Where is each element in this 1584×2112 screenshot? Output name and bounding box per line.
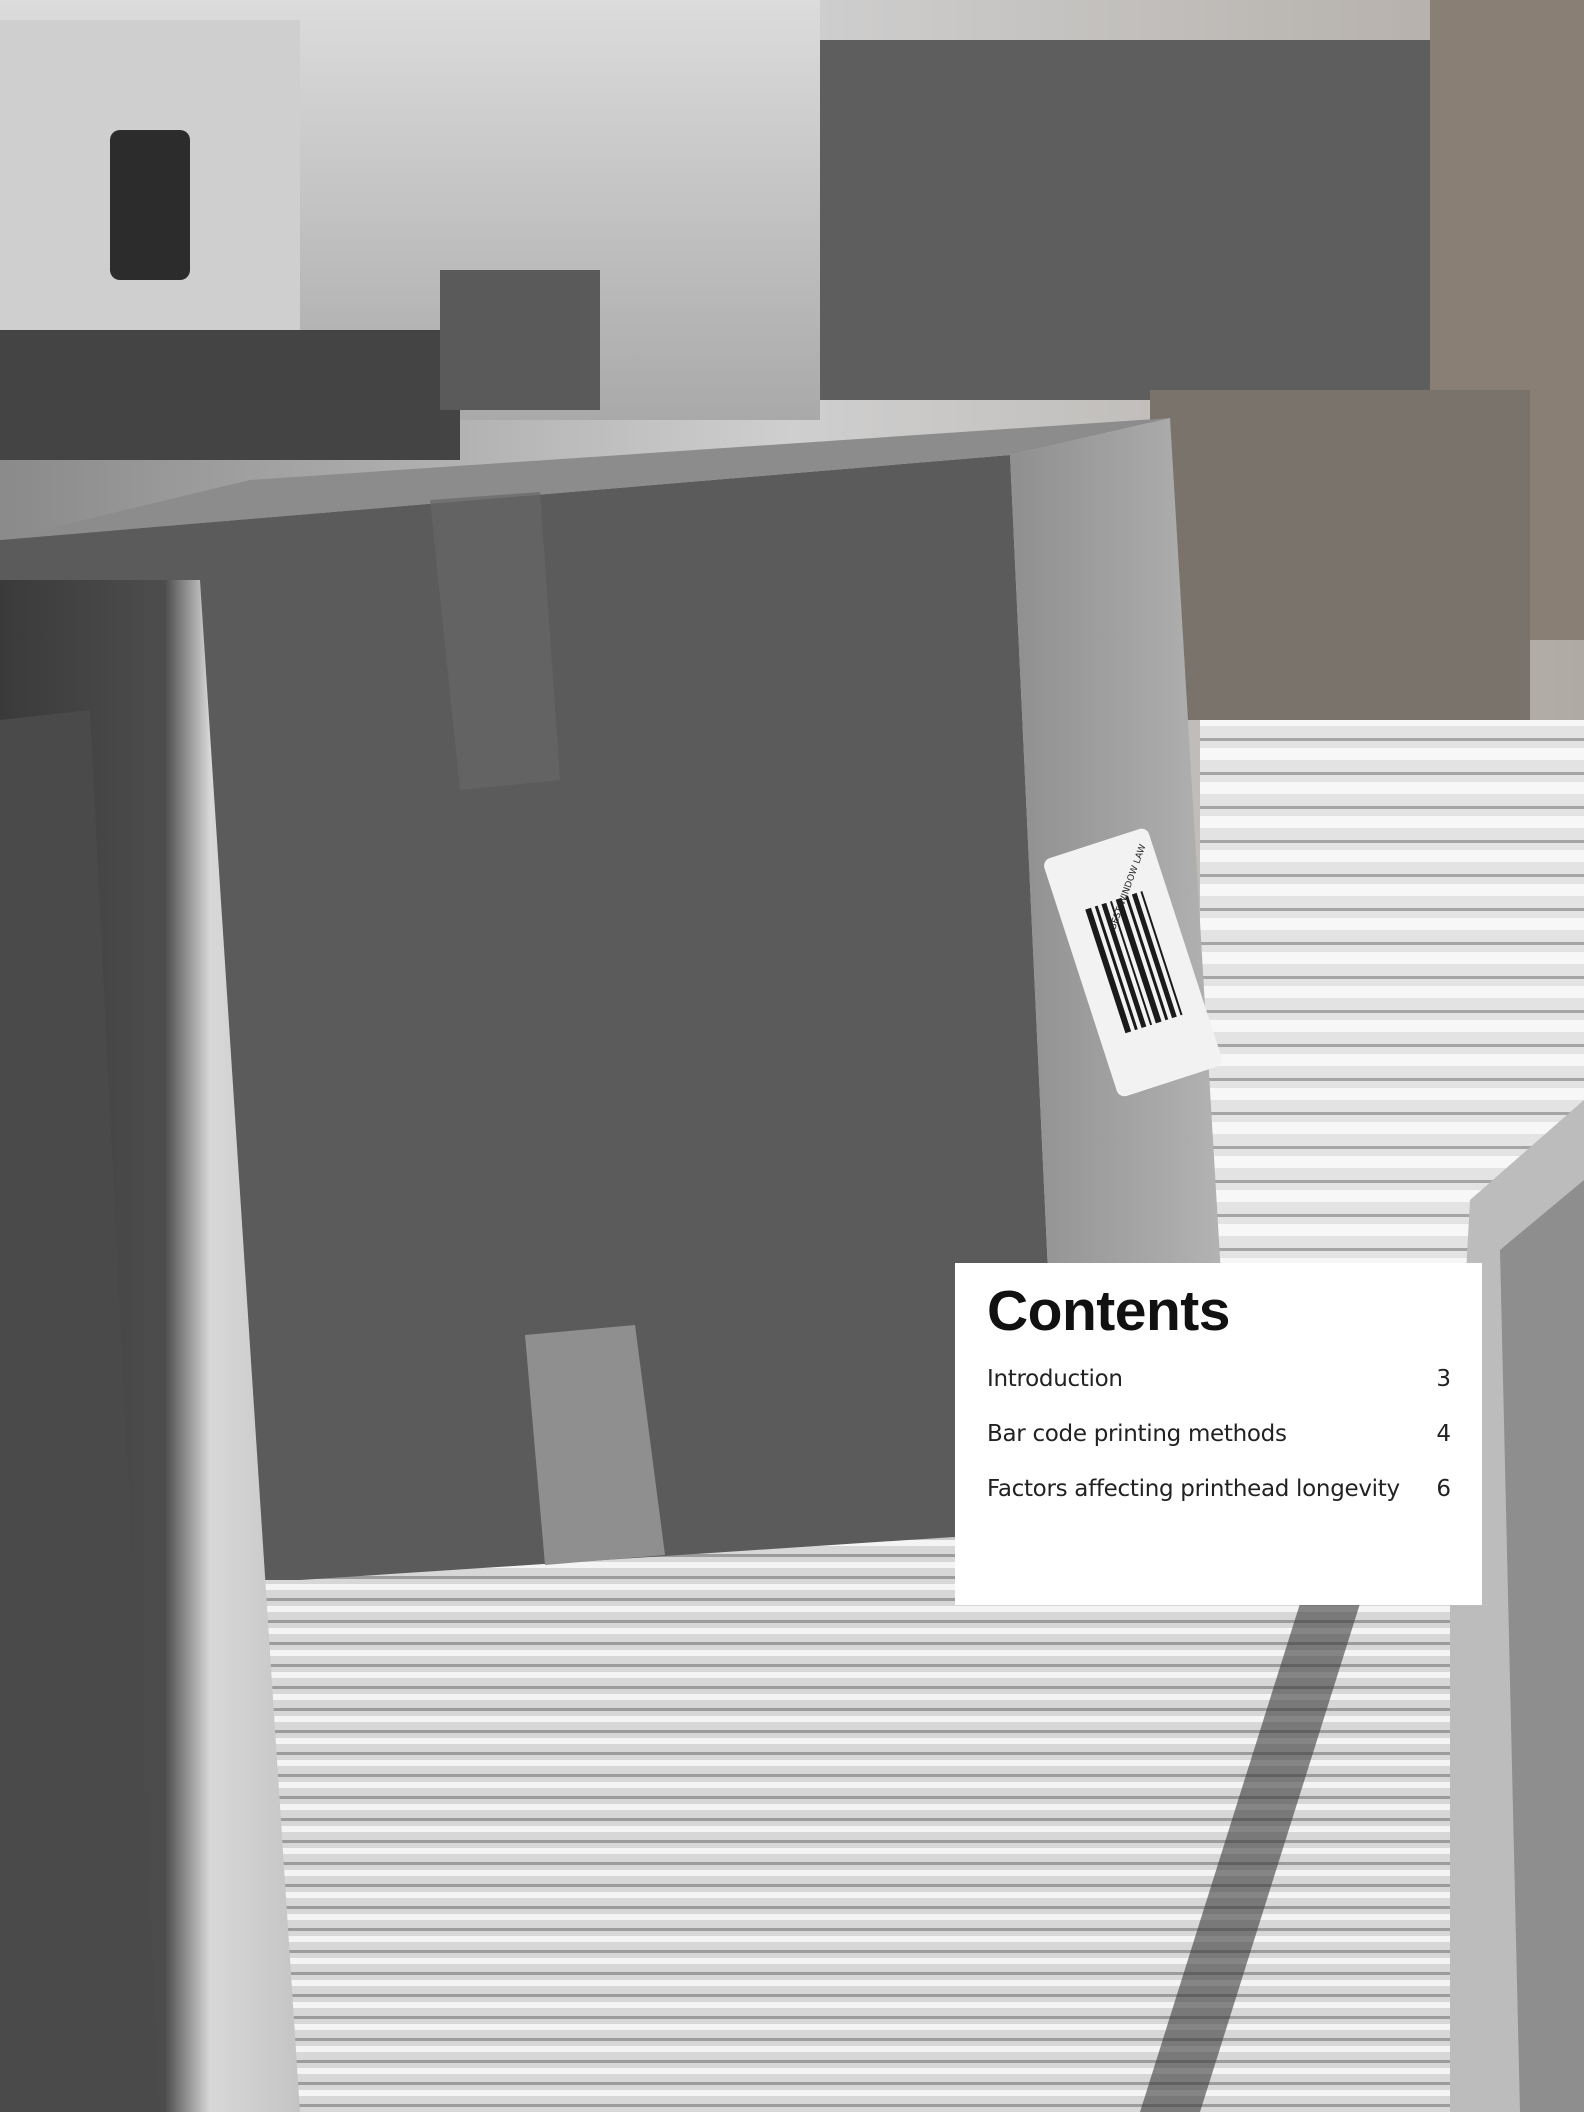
contents-heading: Contents [987,1279,1230,1343]
toc-entry-page: 6 [1436,1476,1451,1502]
toc-entry-factors-affecting-printhead-longevity[interactable]: Factors affecting printhead longevity 6 [987,1476,1451,1531]
toc-entry-label: Introduction [987,1366,1123,1392]
table-of-contents: Introduction 3 Bar code printing methods… [987,1366,1451,1531]
toc-entry-label: Factors affecting printhead longevity [987,1476,1400,1502]
background-photo: BEST WINDOW LAW [0,0,1584,2112]
toc-entry-page: 4 [1436,1421,1451,1447]
toc-entry-label: Bar code printing methods [987,1421,1287,1447]
document-page: BEST WINDOW LAW Contents Introduction 3 … [0,0,1584,2112]
toc-entry-introduction[interactable]: Introduction 3 [987,1366,1451,1421]
contents-panel: Contents Introduction 3 Bar code printin… [955,1263,1482,1605]
toc-entry-bar-code-printing-methods[interactable]: Bar code printing methods 4 [987,1421,1451,1476]
toc-entry-page: 3 [1436,1366,1451,1392]
